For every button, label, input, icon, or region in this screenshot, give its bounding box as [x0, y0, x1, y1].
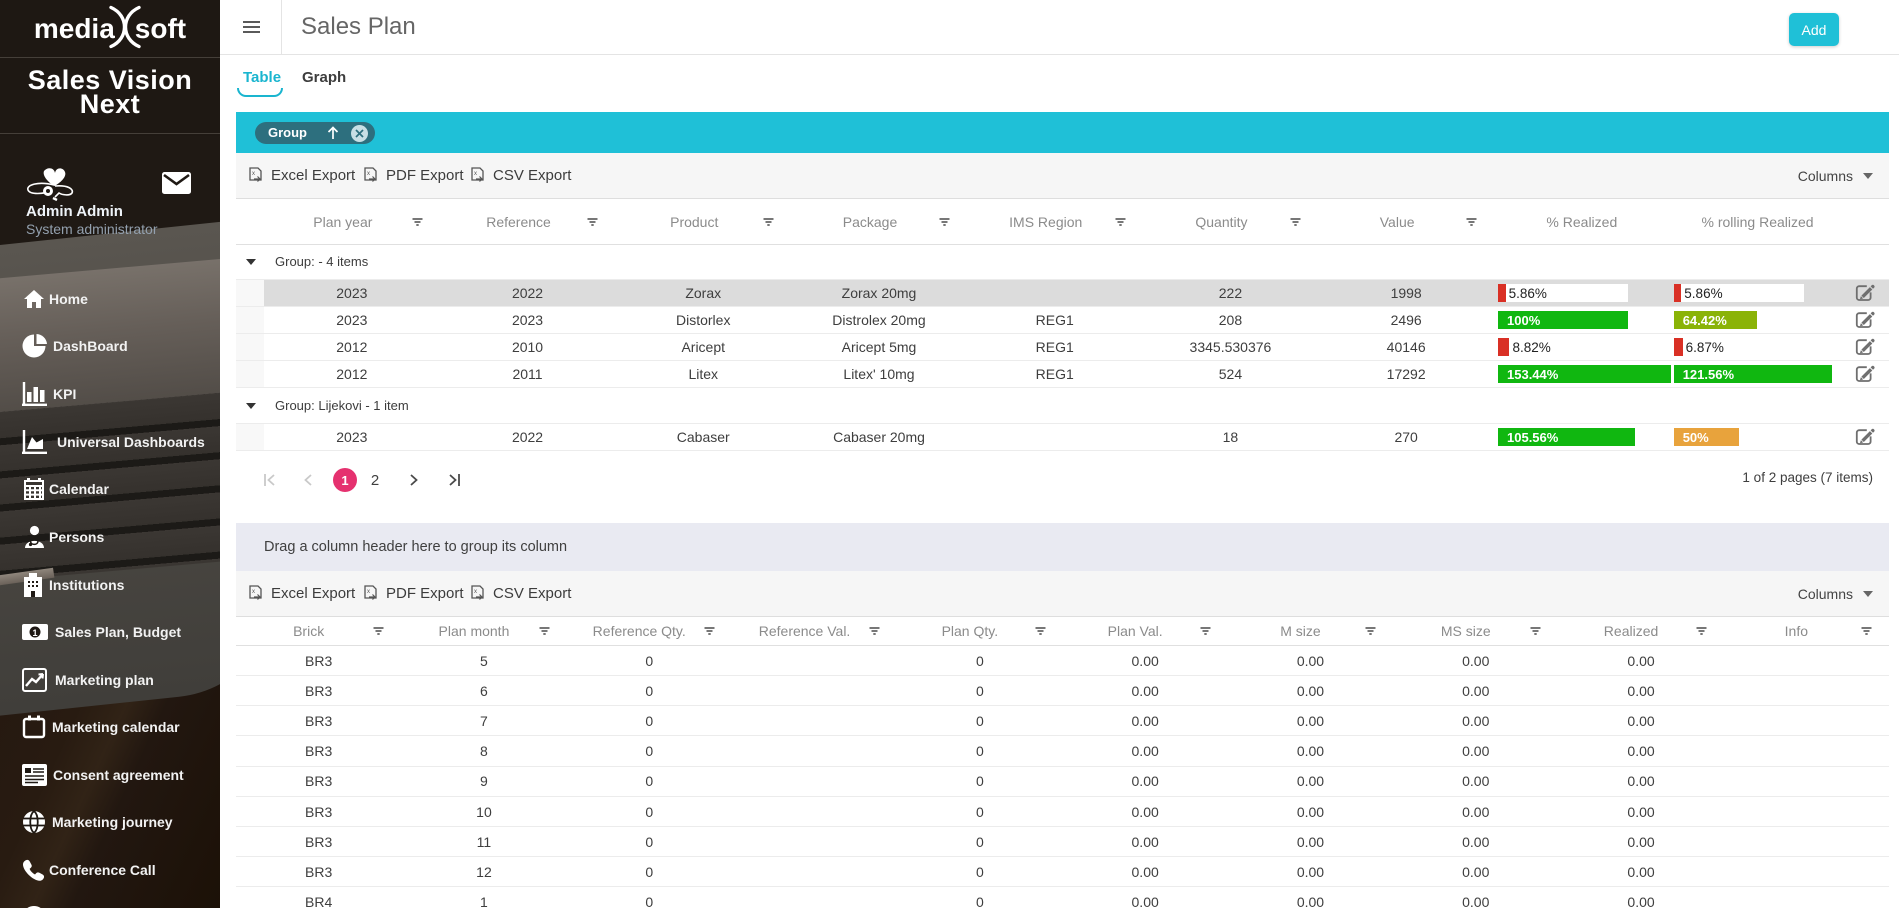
- svg-text:x: x: [252, 589, 255, 595]
- svg-text:x: x: [474, 589, 477, 595]
- svg-text:x: x: [367, 589, 370, 595]
- svg-text:x: x: [367, 171, 370, 177]
- svg-text:x: x: [252, 171, 255, 177]
- svg-text:x: x: [474, 171, 477, 177]
- svg-text:1: 1: [32, 628, 37, 638]
